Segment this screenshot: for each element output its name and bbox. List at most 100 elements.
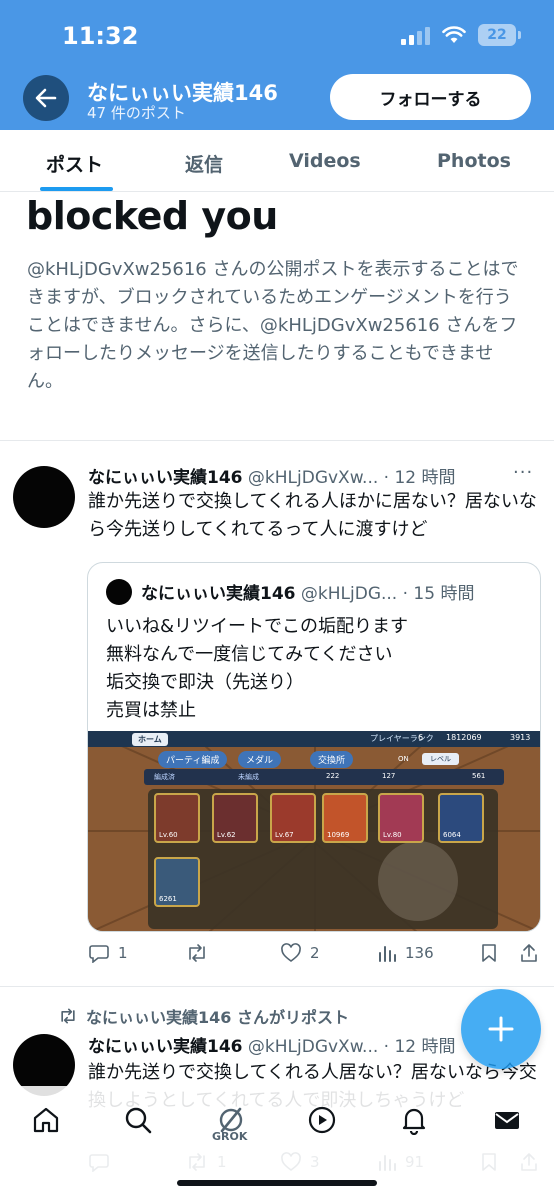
- game-stat: 222: [326, 772, 340, 780]
- active-tab-indicator: [40, 187, 113, 191]
- home-icon: [33, 1107, 59, 1133]
- post-header: なにぃぃい実績146 @kHLjDGvXw... · 12 時間: [88, 1032, 508, 1057]
- status-icons: 22: [401, 24, 521, 46]
- grok-label: GROK: [212, 1130, 248, 1143]
- card-value: 6261: [159, 895, 177, 903]
- quoted-line: いいね&リツイートでこの垢配ります: [106, 616, 409, 637]
- repost-icon: [61, 1008, 75, 1024]
- play-icon: [308, 1106, 336, 1134]
- card-value: 6064: [443, 831, 461, 839]
- quoted-author-handle: @kHLjDG...: [300, 584, 398, 604]
- game-on-label: ON: [398, 755, 409, 763]
- coin-count: 1812069: [446, 733, 482, 742]
- game-tab: メダル: [238, 751, 282, 768]
- bookmark-icon: [482, 944, 496, 962]
- author-handle[interactable]: @kHLjDGvXw...: [248, 1037, 378, 1057]
- bookmark-button[interactable]: [480, 943, 498, 963]
- repost-label: なにぃぃい実績146 さんがリポスト: [86, 1008, 349, 1027]
- arrow-left-icon: [35, 88, 57, 108]
- post-text: 誰か先送りで交換してくれる人ほかに居ない？居ないなら今先送りしてくれてるって人に…: [88, 491, 537, 540]
- card-level: Lv.60: [159, 831, 178, 839]
- game-tab: 交換所: [310, 751, 354, 768]
- like-button[interactable]: 2: [280, 943, 320, 963]
- mail-icon: [495, 1112, 519, 1129]
- wifi-icon: [442, 26, 466, 43]
- nav-video[interactable]: [302, 1100, 342, 1140]
- quoted-post[interactable]: なにぃぃい実績146 @kHLjDG... · 15 時間 いいね&リツイートで…: [87, 562, 541, 932]
- tab-posts[interactable]: ポスト: [46, 150, 103, 177]
- character-card: 6064: [438, 793, 484, 843]
- game-sort-label: 編成済: [154, 773, 175, 781]
- views-button[interactable]: 136: [377, 943, 434, 963]
- share-icon: [521, 944, 537, 962]
- like-count: 2: [310, 944, 320, 962]
- home-indicator: [177, 1180, 377, 1186]
- nav-notifications[interactable]: [394, 1100, 434, 1140]
- nav-search[interactable]: [118, 1100, 158, 1140]
- tab-replies[interactable]: 返信: [185, 150, 223, 177]
- character-card: Lv.60: [154, 793, 200, 843]
- quoted-line: 垢交換で即決（先送り）: [106, 672, 304, 693]
- reply-count: 1: [118, 944, 128, 962]
- quoted-line: 無料なんで一度信じてみてください: [106, 644, 393, 665]
- bar-chart-icon: [379, 946, 396, 962]
- back-button[interactable]: [23, 75, 69, 121]
- game-stat: 561: [472, 772, 486, 780]
- character-card: 10969: [322, 793, 368, 843]
- avatar[interactable]: [13, 466, 75, 528]
- plus-icon: [488, 1016, 514, 1042]
- repost-icon: [189, 944, 205, 962]
- gem-count: 3913: [510, 733, 531, 742]
- author-handle[interactable]: @kHLjDGvXw...: [248, 468, 378, 488]
- game-tab: パーティ編成: [158, 751, 228, 768]
- blocked-description: @kHLjDGvXw25616 さんの公開ポストを表示することはできますが、ブロ…: [27, 259, 519, 392]
- view-count: 136: [405, 944, 434, 962]
- reply-icon: [89, 945, 109, 963]
- post-time: · 12 時間: [383, 1037, 456, 1057]
- nav-home[interactable]: [26, 1100, 66, 1140]
- reply-button[interactable]: 1: [88, 943, 128, 963]
- tab-photos[interactable]: Photos: [437, 150, 511, 172]
- follow-button[interactable]: フォローする: [330, 74, 531, 120]
- quoted-text: いいね&リツイートでこの垢配ります 無料なんで一度信じてみてください 垢交換で即…: [106, 613, 408, 725]
- character-card: 6261: [154, 857, 200, 907]
- more-options-icon[interactable]: ···: [513, 462, 533, 483]
- repost-indicator: なにぃぃい実績146 さんがリポスト: [58, 1004, 349, 1028]
- post-header: なにぃぃい実績146 @kHLjDGvXw... · 12 時間: [88, 463, 508, 488]
- player-rank-label: プレイヤーランク: [370, 734, 434, 743]
- card-level: Lv.62: [217, 831, 236, 839]
- card-level: Lv.80: [383, 831, 402, 839]
- battery-icon: 22: [478, 24, 521, 46]
- post-time: · 12 時間: [383, 468, 456, 488]
- profile-tabs: ポスト 返信 Videos Photos: [0, 130, 554, 192]
- game-level-sort: レベル: [422, 753, 459, 765]
- card-level: Lv.67: [275, 831, 294, 839]
- repost-button[interactable]: [185, 943, 217, 963]
- author-name[interactable]: なにぃぃい実績146: [88, 468, 243, 488]
- quoted-line: 売買は禁止: [106, 700, 196, 721]
- share-button[interactable]: [520, 943, 538, 963]
- compose-button[interactable]: [461, 989, 541, 1069]
- player-rank: 6: [418, 733, 424, 742]
- divider: [0, 440, 554, 441]
- quoted-avatar: [106, 579, 132, 605]
- character-card: Lv.67: [270, 793, 316, 843]
- game-screenshot-image[interactable]: プレイヤーランク 6 1812069 3913 ホーム パーティ編成 メダル 交…: [88, 731, 540, 931]
- heart-icon: [281, 943, 301, 962]
- quoted-author-name: なにぃぃい実績146: [141, 584, 296, 604]
- bell-icon: [402, 1108, 426, 1135]
- post-count: 47 件のポスト: [87, 104, 186, 122]
- card-value: 10969: [327, 831, 350, 839]
- profile-header-bar: 11:32 22 なにぃぃい実績146 47 件のポスト フォローする: [0, 0, 554, 130]
- author-name[interactable]: なにぃぃい実績146: [88, 1037, 243, 1057]
- nav-messages[interactable]: [487, 1100, 527, 1140]
- quoted-time: · 15 時間: [402, 584, 475, 604]
- post-actions: 1 2 136: [88, 943, 538, 969]
- search-icon: [125, 1107, 152, 1134]
- game-stat: 127: [382, 772, 396, 780]
- game-home-button: ホーム: [132, 733, 168, 746]
- tab-videos[interactable]: Videos: [289, 150, 361, 172]
- character-card: Lv.62: [212, 793, 258, 843]
- character-card: Lv.80: [378, 793, 424, 843]
- status-time: 11:32: [62, 22, 139, 50]
